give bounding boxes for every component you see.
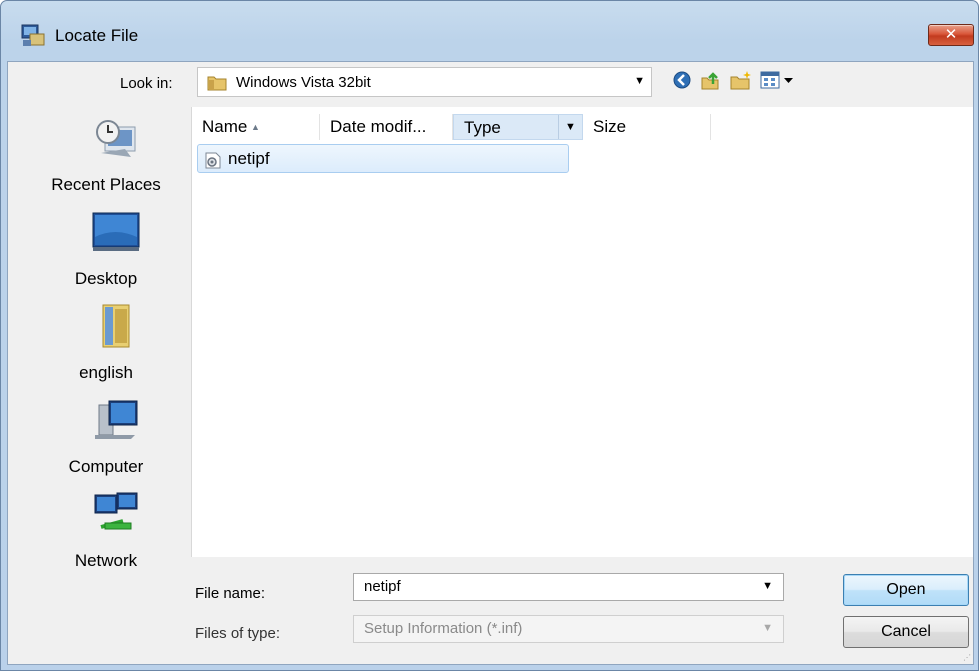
- column-header-name[interactable]: ▲ Name: [192, 114, 320, 140]
- up-folder-icon[interactable]: [700, 70, 720, 90]
- back-icon[interactable]: [672, 70, 692, 90]
- place-recent-places[interactable]: Recent Places: [36, 115, 196, 205]
- column-header-type[interactable]: Type ▼: [453, 114, 583, 140]
- column-header-size[interactable]: Size: [583, 114, 711, 140]
- place-label: Desktop: [74, 269, 138, 288]
- place-network[interactable]: Network: [36, 491, 196, 581]
- place-desktop[interactable]: Desktop: [36, 209, 196, 299]
- place-label: Recent Places: [51, 175, 161, 194]
- title-bar[interactable]: Locate File ✕: [1, 1, 978, 46]
- place-label: Network: [74, 551, 138, 570]
- file-name-label: File name:: [195, 585, 266, 602]
- place-label: english: [79, 363, 133, 382]
- file-name-field[interactable]: netipf ▼: [353, 573, 784, 601]
- file-list-item[interactable]: netipf: [197, 144, 569, 173]
- place-label: Computer: [68, 457, 144, 476]
- file-list[interactable]: ▲ Name Date modif... Type ▼ Size netipf: [191, 107, 973, 557]
- folder-icon: [102, 304, 130, 348]
- chevron-down-icon: ▼: [762, 622, 773, 634]
- column-header-date-modified[interactable]: Date modif...: [320, 114, 453, 140]
- close-icon: ✕: [944, 26, 958, 43]
- views-menu-icon[interactable]: [760, 70, 796, 90]
- file-type-value: Setup Information (*.inf): [364, 620, 523, 637]
- recent-places-icon: [96, 120, 136, 157]
- sort-ascending-icon: ▲: [251, 122, 260, 132]
- cancel-button[interactable]: Cancel: [843, 616, 969, 648]
- new-folder-icon[interactable]: [729, 70, 753, 90]
- locate-file-dialog: Locate File ✕ Look in: Windows Vista 32b…: [0, 0, 979, 671]
- chevron-down-icon[interactable]: ▼: [762, 580, 773, 592]
- window-title: Locate File: [55, 26, 139, 45]
- file-name: netipf: [228, 149, 270, 168]
- resize-grip-icon[interactable]: ⋰: [963, 653, 971, 662]
- place-computer[interactable]: Computer: [36, 397, 196, 487]
- desktop-icon: [92, 212, 140, 251]
- network-icon: [94, 492, 138, 530]
- close-button[interactable]: ✕: [928, 24, 974, 46]
- look-in-label: Look in:: [120, 75, 173, 92]
- file-name-value: netipf: [364, 578, 401, 595]
- open-button[interactable]: Open: [843, 574, 969, 606]
- places-bar: Recent Places Desktop english Computer N…: [36, 107, 196, 637]
- look-in-value: Windows Vista 32bit: [236, 74, 371, 91]
- setup-info-file-icon: [205, 152, 221, 169]
- place-english[interactable]: english: [36, 303, 196, 393]
- look-in-dropdown[interactable]: Windows Vista 32bit ▼: [197, 67, 652, 97]
- app-icon: [21, 24, 45, 46]
- computer-icon: [95, 400, 138, 439]
- dialog-body: Look in: Windows Vista 32bit ▼ Recent Pl…: [7, 61, 974, 665]
- chevron-down-icon: ▼: [634, 75, 645, 87]
- file-type-label: Files of type:: [195, 625, 281, 642]
- column-filter-dropdown-icon[interactable]: ▼: [558, 115, 582, 139]
- file-type-dropdown[interactable]: Setup Information (*.inf) ▼: [353, 615, 784, 643]
- folder-icon: [207, 76, 227, 91]
